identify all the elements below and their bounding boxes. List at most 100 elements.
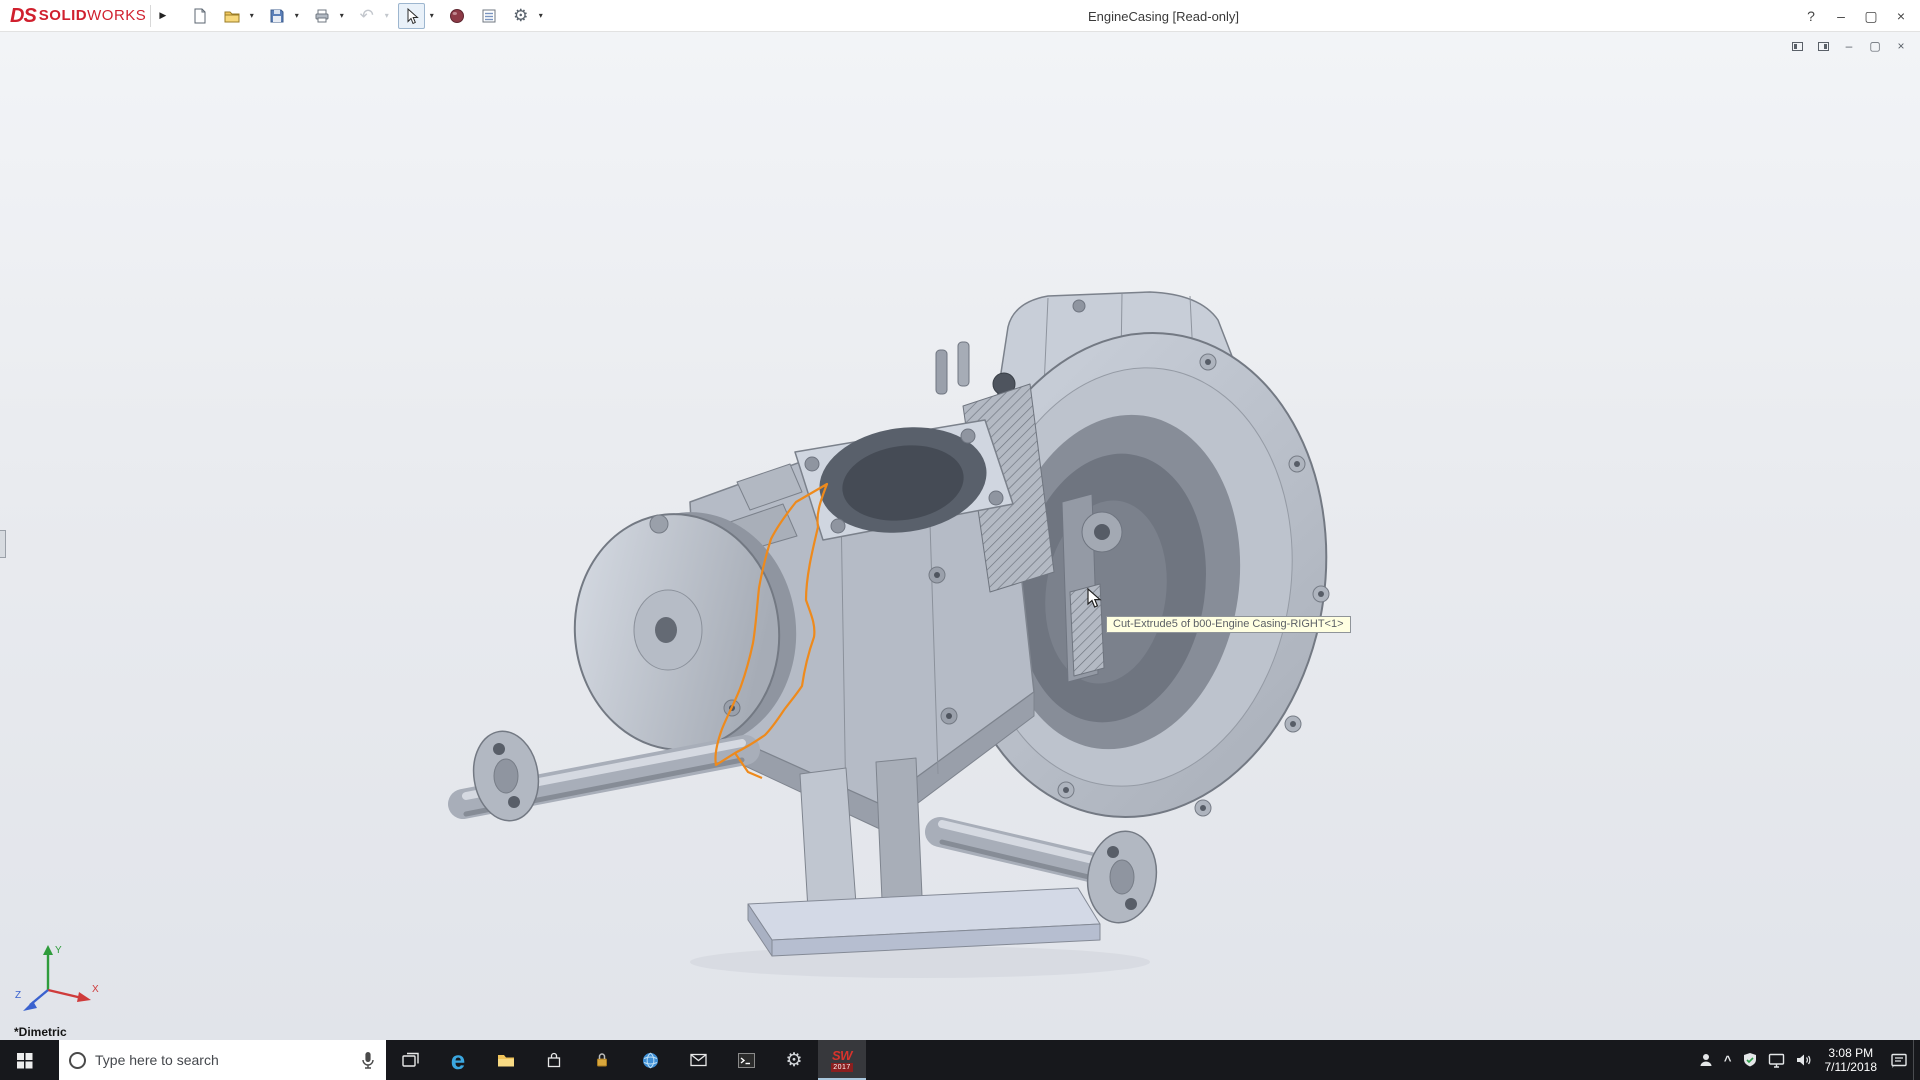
base-plate xyxy=(748,888,1100,956)
task-view-button[interactable] xyxy=(386,1040,434,1080)
taskbar-app-file-explorer[interactable] xyxy=(482,1040,530,1080)
task-view-icon xyxy=(401,1051,420,1069)
document-close-button[interactable]: × xyxy=(1890,36,1912,56)
taskbar-app-solidworks[interactable]: SW 2017 xyxy=(818,1040,866,1080)
windows-taskbar: e xyxy=(0,1040,1920,1080)
help-button[interactable]: ? xyxy=(1796,0,1826,32)
options-button[interactable]: ⚙ xyxy=(507,3,534,29)
taskbar-search[interactable] xyxy=(59,1040,386,1080)
windows-logo-icon xyxy=(16,1052,33,1069)
select-arrow-icon xyxy=(403,7,421,25)
undo-icon: ↶ xyxy=(360,7,374,24)
new-document-button[interactable] xyxy=(186,3,213,29)
mail-envelope-icon xyxy=(689,1052,708,1068)
taskbar-app-settings[interactable]: ⚙ xyxy=(770,1040,818,1080)
x-axis-label: X xyxy=(92,984,99,995)
save-dropdown-caret-icon[interactable]: ▾ xyxy=(290,3,303,29)
select-group: ▾ xyxy=(398,3,438,29)
microphone-icon[interactable] xyxy=(360,1051,376,1070)
ground-shadow xyxy=(690,946,1150,978)
close-button[interactable]: × xyxy=(1886,0,1916,32)
tray-defender-button[interactable] xyxy=(1737,1040,1763,1080)
edge-icon: e xyxy=(451,1047,465,1073)
save-group: ▾ xyxy=(263,3,303,29)
hover-tooltip: Cut-Extrude5 of b00-Engine Casing-RIGHT<… xyxy=(1106,616,1351,633)
open-group: ▾ xyxy=(218,3,258,29)
tray-chevron-up-icon[interactable]: ^ xyxy=(1719,1040,1737,1080)
options-dropdown-caret-icon[interactable]: ▾ xyxy=(534,3,547,29)
options-group: ⚙ ▾ xyxy=(507,3,547,29)
cortana-circle-icon xyxy=(69,1052,86,1069)
appearance-button[interactable] xyxy=(443,3,470,29)
solidworks-sw-mark: SW xyxy=(832,1049,852,1062)
pane-left-icon xyxy=(1792,42,1803,51)
engine-casing-model xyxy=(0,32,1920,1040)
open-dropdown-caret-icon[interactable]: ▾ xyxy=(245,3,258,29)
undo-dropdown-caret-icon[interactable]: ▾ xyxy=(380,3,393,29)
undo-group: ↶ ▾ xyxy=(353,3,393,29)
pane-right-icon xyxy=(1818,42,1829,51)
appearance-sphere-icon xyxy=(448,7,466,25)
taskbar-app-edge[interactable]: e xyxy=(434,1040,482,1080)
menu-flyout-arrow-icon[interactable]: ▶ xyxy=(150,5,174,27)
taskbar-clock[interactable]: 3:08 PM 7/11/2018 xyxy=(1817,1046,1886,1074)
graphics-area[interactable]: – ▢ × xyxy=(0,32,1920,1040)
titlebar: DS SOLIDWORKS ▶ ▾ ▾ ▾ xyxy=(0,0,1920,32)
view-orientation-label: *Dimetric xyxy=(14,1025,67,1039)
system-tray: ^ 3:08 PM 7/11/2018 xyxy=(1693,1040,1920,1080)
globe-icon xyxy=(641,1051,660,1070)
clock-time: 3:08 PM xyxy=(1825,1046,1878,1060)
save-floppy-icon xyxy=(268,7,286,25)
z-axis-label: Z xyxy=(15,990,21,1001)
tray-volume-button[interactable] xyxy=(1790,1040,1817,1080)
reference-triad: Y X Z xyxy=(14,938,104,1018)
top-studs xyxy=(936,342,969,394)
document-minimize-button[interactable]: – xyxy=(1838,36,1860,56)
tray-network-button[interactable] xyxy=(1763,1040,1790,1080)
minimize-button[interactable]: – xyxy=(1826,0,1856,32)
viewport-tile-alt-icon[interactable] xyxy=(1812,36,1834,56)
tray-people-button[interactable] xyxy=(1693,1040,1719,1080)
select-tool-button[interactable] xyxy=(398,3,425,29)
save-button[interactable] xyxy=(263,3,290,29)
network-display-icon xyxy=(1768,1053,1785,1068)
maximize-button[interactable]: ▢ xyxy=(1856,0,1886,32)
new-document-icon xyxy=(191,7,209,25)
print-dropdown-caret-icon[interactable]: ▾ xyxy=(335,3,348,29)
store-bag-icon xyxy=(545,1051,563,1069)
select-dropdown-caret-icon[interactable]: ▾ xyxy=(425,3,438,29)
print-button[interactable] xyxy=(308,3,335,29)
taskbar-app-command-prompt[interactable] xyxy=(722,1040,770,1080)
mouse-cursor-icon xyxy=(1086,588,1106,610)
x-axis xyxy=(48,990,82,998)
action-center-icon xyxy=(1890,1052,1908,1069)
search-input[interactable] xyxy=(95,1052,351,1068)
solidworks-app-icon: SW 2017 xyxy=(831,1049,853,1072)
terminal-icon xyxy=(737,1052,756,1069)
show-desktop-peek[interactable] xyxy=(1913,1040,1920,1080)
clock-date: 7/11/2018 xyxy=(1825,1060,1878,1074)
volume-icon xyxy=(1795,1052,1812,1068)
shield-icon xyxy=(1742,1052,1758,1068)
taskbar-app-store[interactable] xyxy=(530,1040,578,1080)
taskbar-app-mail[interactable] xyxy=(674,1040,722,1080)
taskbar-app-security[interactable] xyxy=(578,1040,626,1080)
featuremanager-splitter[interactable] xyxy=(0,530,6,558)
document-restore-button[interactable]: ▢ xyxy=(1864,36,1886,56)
options-gear-icon: ⚙ xyxy=(513,7,528,24)
file-explorer-icon xyxy=(496,1051,516,1069)
undo-button[interactable]: ↶ xyxy=(353,3,380,29)
gear-icon: ⚙ xyxy=(785,1051,802,1070)
open-button[interactable] xyxy=(218,3,245,29)
solidworks-year-badge: 2017 xyxy=(831,1063,853,1072)
start-button[interactable] xyxy=(0,1040,48,1080)
viewport-tile-icon[interactable] xyxy=(1786,36,1808,56)
action-center-button[interactable] xyxy=(1885,1040,1913,1080)
task-pane-button[interactable] xyxy=(475,3,502,29)
open-folder-icon xyxy=(223,7,241,25)
solidworks-logo: DS SOLIDWORKS xyxy=(0,6,150,26)
padlock-icon xyxy=(593,1051,611,1069)
printer-icon xyxy=(313,7,331,25)
taskbar-app-browser[interactable] xyxy=(626,1040,674,1080)
window-controls: ? – ▢ × xyxy=(1796,0,1916,32)
